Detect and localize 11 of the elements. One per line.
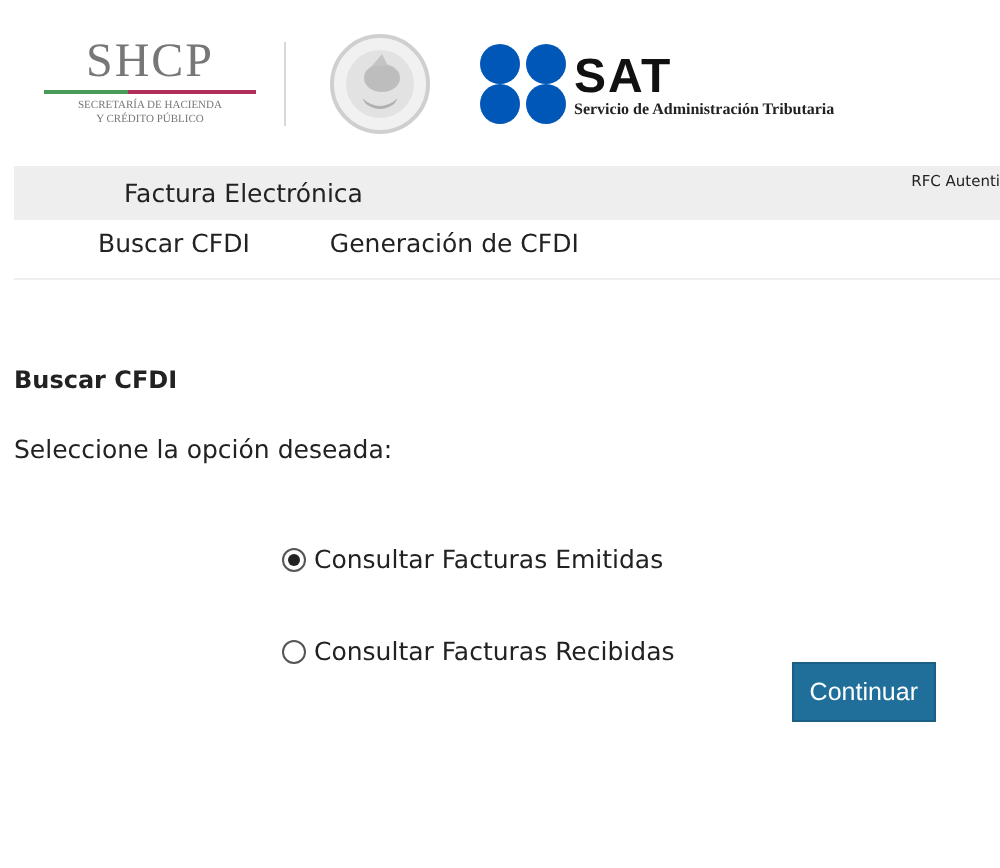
- continue-button[interactable]: Continuar: [791, 662, 936, 722]
- option-label[interactable]: Consultar Facturas Emitidas: [314, 544, 664, 574]
- radio-button[interactable]: [282, 547, 306, 571]
- prompt-text: Seleccione la opción deseada:: [14, 434, 395, 464]
- nav-link[interactable]: Buscar CFDI: [98, 228, 250, 278]
- sat-logo: SAT Servicio de Administración Tributaria: [478, 43, 835, 123]
- option-label[interactable]: Consultar Facturas Recibidas: [314, 636, 675, 666]
- section-heading: Buscar CFDI: [14, 366, 180, 394]
- app-title: Factura Electrónica: [124, 178, 363, 208]
- nav-link[interactable]: Generación de CFDI: [329, 228, 579, 278]
- radio-button[interactable]: [282, 639, 306, 663]
